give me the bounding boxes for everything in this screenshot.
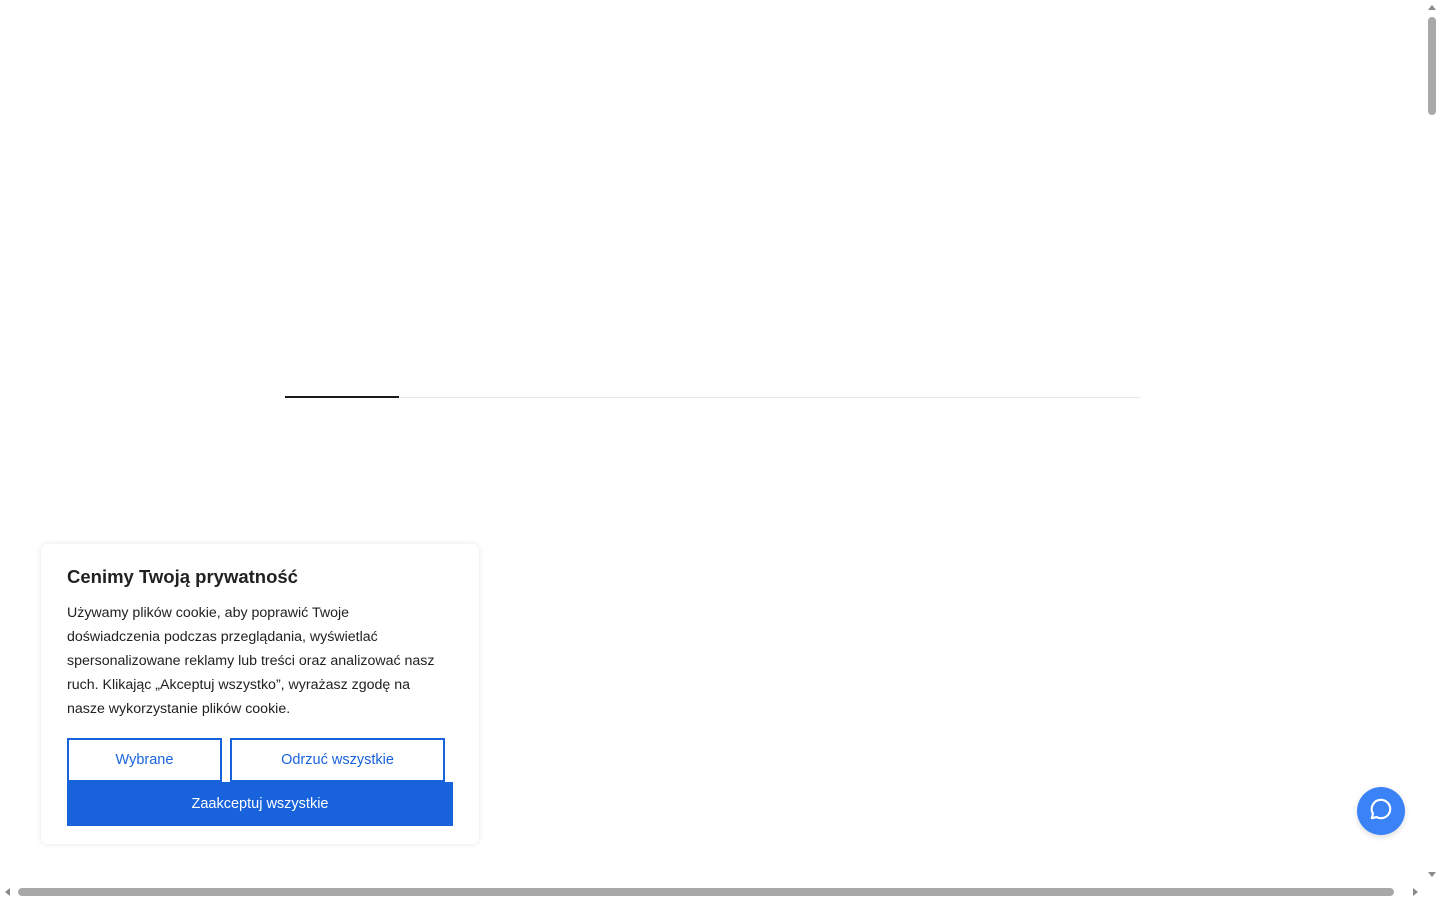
horizontal-scrollbar[interactable] [0, 885, 1425, 900]
selected-cookies-button[interactable]: Wybrane [67, 738, 222, 782]
accept-all-button[interactable]: Zaakceptuj wszystkie [67, 782, 453, 826]
reject-all-button[interactable]: Odrzuć wszystkie [230, 738, 445, 782]
scroll-down-arrow-icon[interactable] [1428, 872, 1436, 877]
cookie-button-row: Wybrane Odrzuć wszystkie [67, 738, 453, 782]
vertical-scrollbar[interactable] [1425, 0, 1440, 885]
scroll-right-arrow-icon[interactable] [1413, 888, 1418, 896]
scroll-left-arrow-icon[interactable] [5, 888, 10, 896]
cookie-banner-title: Cenimy Twoją prywatność [67, 566, 298, 587]
vertical-scroll-thumb[interactable] [1428, 17, 1436, 115]
scroll-up-arrow-icon[interactable] [1428, 5, 1436, 10]
horizontal-scroll-thumb[interactable] [18, 888, 1394, 896]
page: Cenimy Twoją prywatność Używamy plików c… [0, 0, 1440, 900]
cookie-consent-banner: Cenimy Twoją prywatność Używamy plików c… [41, 544, 479, 844]
cookie-banner-description: Używamy plików cookie, aby poprawić Twoj… [67, 605, 435, 717]
tab-active-indicator[interactable] [285, 396, 399, 398]
chat-button[interactable] [1357, 787, 1405, 835]
tab-bar-track [285, 397, 1140, 398]
chat-bubble-icon [1368, 796, 1394, 827]
